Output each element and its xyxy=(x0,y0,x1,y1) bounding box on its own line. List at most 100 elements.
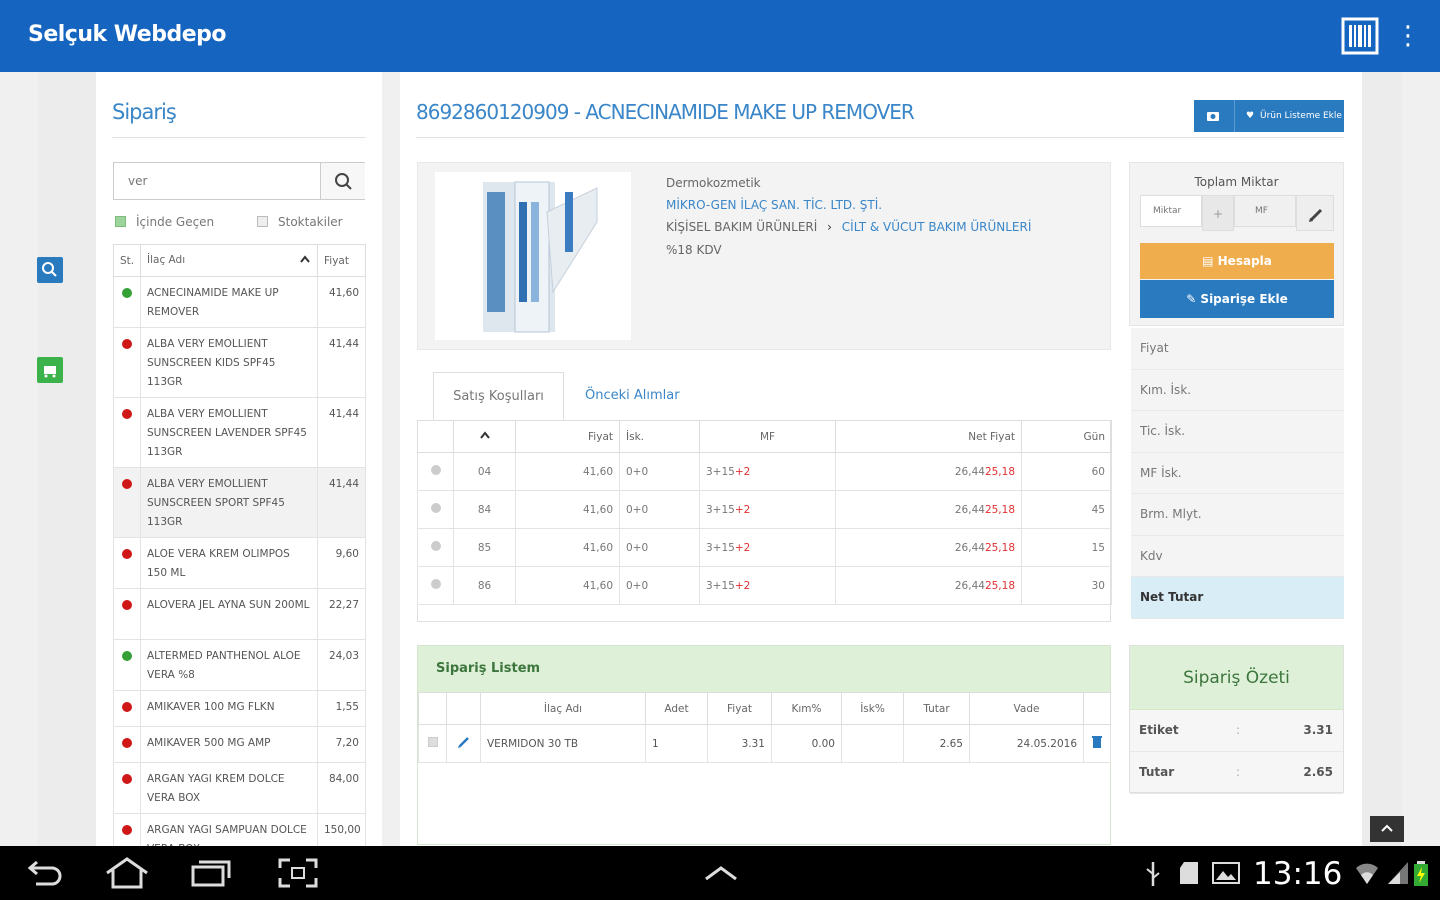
col-price[interactable]: Fiyat xyxy=(317,244,366,277)
col-due[interactable]: Vade xyxy=(969,692,1084,725)
condition-days: 15 xyxy=(1021,528,1112,567)
search-button[interactable] xyxy=(320,163,365,199)
condition-net-price: 26,44 xyxy=(954,579,985,592)
col-total[interactable]: Tutar xyxy=(903,692,970,725)
mf-input[interactable] xyxy=(1234,195,1296,227)
table-row[interactable]: ALBA VERY EMOLLIENT SUNSCREEN LAVENDER S… xyxy=(113,397,366,468)
condition-mf: 3+15 xyxy=(706,503,735,516)
table-row[interactable]: VERMIDON 30 TB 1 3.31 0.00 2.65 24.05.20… xyxy=(418,724,1111,763)
table-row[interactable]: AMIKAVER 100 MG FLKN 1,55 xyxy=(113,690,366,727)
calculate-button[interactable]: ▤ Hesapla xyxy=(1140,243,1334,279)
radio-button[interactable] xyxy=(430,579,441,589)
search-input[interactable] xyxy=(114,163,320,199)
table-row[interactable]: 86 41,60 0+0 3+15+2 26,4425,18 30 xyxy=(417,566,1112,605)
col-qty[interactable]: Adet xyxy=(645,692,708,725)
col-edit xyxy=(446,692,481,725)
product-image xyxy=(435,172,631,340)
condition-discount: 0+0 xyxy=(619,528,700,567)
radio-button[interactable] xyxy=(430,503,441,513)
summary-label: Etiket xyxy=(1139,723,1179,737)
product-price: 9,60 xyxy=(317,537,366,589)
edit-pencil-icon[interactable] xyxy=(446,724,481,763)
product-price: 1,55 xyxy=(317,690,366,727)
sd-card-icon xyxy=(1178,860,1200,890)
order-summary: Sipariş Özeti Etiket : 3.31 Tutar : 2.65 xyxy=(1129,645,1344,794)
add-to-product-list-button[interactable]: ♥ Ürün Listeme Ekle xyxy=(1194,100,1344,132)
row-checkbox[interactable] xyxy=(427,737,438,747)
col-isk[interactable]: İsk% xyxy=(841,692,904,725)
vat-row: Kdv xyxy=(1131,535,1344,577)
condition-mf-bonus: +2 xyxy=(734,503,751,516)
col-net-price[interactable]: Net Fiyat xyxy=(835,420,1022,453)
table-row[interactable]: ARGAN YAGI KREM DOLCE VERA BOX 84,00 xyxy=(113,762,366,814)
col-mf[interactable]: MF xyxy=(699,420,836,453)
recent-apps-icon[interactable] xyxy=(190,858,232,892)
condition-code: 04 xyxy=(453,452,516,491)
table-row[interactable]: ALOVERA JEL AYNA SUN 200ML 22,27 xyxy=(113,588,366,640)
screenshot-icon[interactable] xyxy=(278,858,318,892)
plus-button[interactable]: + xyxy=(1202,195,1234,231)
col-delete xyxy=(1083,692,1111,725)
col-price[interactable]: Fiyat xyxy=(707,692,772,725)
table-row[interactable]: AMIKAVER 500 MG AMP 7,20 xyxy=(113,726,366,763)
table-row[interactable]: 84 41,60 0+0 3+15+2 26,4425,18 45 xyxy=(417,490,1112,529)
summary-value: 2.65 xyxy=(1303,765,1333,779)
product-title: 8692860120909 - ACNECINAMIDE MAKE UP REM… xyxy=(416,100,915,124)
cart-icon[interactable] xyxy=(37,357,63,383)
summary-label: Tutar xyxy=(1139,765,1175,779)
add-to-order-button[interactable]: ✎ Siparişe Ekle xyxy=(1140,280,1334,318)
col-name[interactable]: İlaç Adı xyxy=(140,244,318,277)
radio-button[interactable] xyxy=(430,465,441,475)
table-row[interactable]: ALOE VERA KREM OLIMPOS 150 ML 9,60 xyxy=(113,537,366,589)
barcode-scan-icon[interactable] xyxy=(1340,16,1380,56)
table-row[interactable]: 85 41,60 0+0 3+15+2 26,4425,18 15 xyxy=(417,528,1112,567)
stock-status-icon xyxy=(122,738,132,748)
search-icon[interactable] xyxy=(37,257,63,283)
filter-contains-checkbox[interactable]: İçinde Geçen xyxy=(115,215,214,229)
col-code[interactable] xyxy=(453,420,516,453)
stock-status-icon xyxy=(122,600,132,610)
product-list-table: St. İlaç Adı Fiyat ACNECINAMIDE MAKE UP … xyxy=(113,244,366,865)
tab-sales-conditions[interactable]: Satış Koşulları xyxy=(433,372,564,420)
condition-price: 41,60 xyxy=(515,528,620,567)
condition-discount: 0+0 xyxy=(619,490,700,529)
col-price[interactable]: Fiyat xyxy=(515,420,620,453)
table-row[interactable]: 04 41,60 0+0 3+15+2 26,4425,18 60 xyxy=(417,452,1112,491)
col-days[interactable]: Gün xyxy=(1021,420,1112,453)
table-row-selected[interactable]: ALBA VERY EMOLLIENT SUNSCREEN SPORT SPF4… xyxy=(113,467,366,538)
product-price: 7,20 xyxy=(317,726,366,763)
col-name-label: İlaç Adı xyxy=(147,254,186,266)
checkbox-checked-icon xyxy=(115,216,126,227)
home-icon[interactable] xyxy=(104,856,150,894)
col-discount[interactable]: İsk. xyxy=(619,420,700,453)
sort-up-icon xyxy=(479,431,491,443)
divider xyxy=(416,137,1344,138)
edit-pencil-icon[interactable] xyxy=(1296,195,1334,231)
right-strip xyxy=(1362,72,1402,846)
product-price: 41,44 xyxy=(317,397,366,468)
col-name[interactable]: İlaç Adı xyxy=(480,692,646,725)
filter-in-stock-checkbox[interactable]: Stoktakiler xyxy=(257,215,343,229)
table-row[interactable]: ALBA VERY EMOLLIENT SUNSCREEN KIDS SPF45… xyxy=(113,327,366,398)
back-icon[interactable] xyxy=(24,858,64,892)
condition-price: 41,60 xyxy=(515,452,620,491)
col-kim[interactable]: Kım% xyxy=(771,692,842,725)
order-summary-heading: Sipariş Özeti xyxy=(1130,646,1343,710)
product-subgroup-link[interactable]: CİLT & VÜCUT BAKIM ÜRÜNLERİ xyxy=(842,220,1032,234)
trash-icon[interactable] xyxy=(1083,724,1111,763)
chevron-up-icon[interactable] xyxy=(704,864,738,886)
scroll-to-top-button[interactable] xyxy=(1370,816,1404,842)
tab-previous-purchases[interactable]: Önceki Alımlar xyxy=(585,372,680,420)
quantity-input[interactable] xyxy=(1140,195,1202,227)
order-item-kim: 0.00 xyxy=(771,724,842,763)
col-status[interactable]: St. xyxy=(113,244,141,277)
order-item-price: 3.31 xyxy=(707,724,772,763)
condition-net-price-mf: 25,18 xyxy=(984,503,1015,516)
condition-discount: 0+0 xyxy=(619,452,700,491)
radio-button[interactable] xyxy=(430,541,441,551)
table-row[interactable]: ALTERMED PANTHENOL ALOE VERA %8 24,03 xyxy=(113,639,366,691)
overflow-menu-icon[interactable]: ⋮ xyxy=(1395,20,1421,52)
table-row[interactable]: ACNECINAMIDE MAKE UP REMOVER 41,60 xyxy=(113,276,366,328)
order-list-table: İlaç Adı Adet Fiyat Kım% İsk% Tutar Vade… xyxy=(418,692,1111,763)
product-company-link[interactable]: MİKRO-GEN İLAÇ SAN. TİC. LTD. ŞTİ. xyxy=(666,198,882,212)
